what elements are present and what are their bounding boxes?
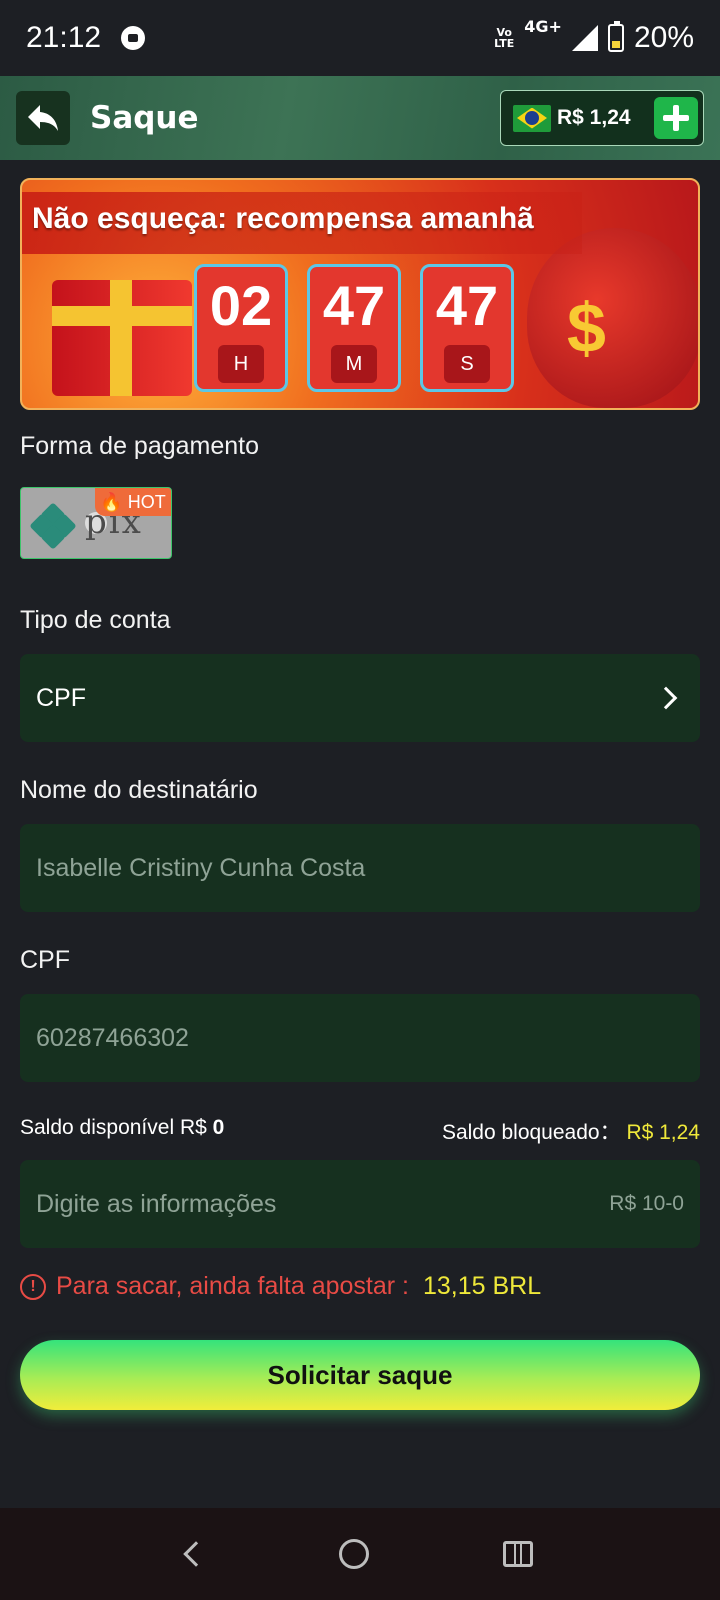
volte-icon: Vo LTE: [494, 26, 515, 50]
timer-seconds: 47 S: [420, 264, 514, 392]
payment-method-label: Forma de pagamento: [20, 432, 260, 460]
status-time: 21:12: [26, 21, 102, 54]
deposit-plus-button[interactable]: [654, 97, 698, 139]
available-balance: Saldo disponível R$ 0: [20, 1116, 225, 1139]
chevron-right-icon: [654, 686, 678, 710]
recipient-name-field[interactable]: Isabelle Cristiny Cunha Costa: [20, 824, 700, 912]
pix-logo-icon: [29, 502, 77, 550]
account-type-label: Tipo de conta: [20, 606, 171, 634]
back-arrow-icon: [28, 105, 58, 131]
battery-icon: [607, 21, 624, 52]
page-title: Saque: [90, 100, 199, 136]
app-header: Saque R$ 1,24: [0, 76, 720, 160]
nav-recents-icon[interactable]: [503, 1541, 533, 1567]
system-nav-bar: [0, 1508, 720, 1600]
request-withdrawal-button[interactable]: Solicitar saque: [20, 1340, 700, 1410]
brazil-flag-icon: [513, 104, 551, 132]
money-bag-icon: $: [527, 228, 698, 408]
gift-box-icon: [52, 280, 192, 396]
back-button[interactable]: [16, 91, 70, 145]
amount-range: R$ 10-0: [609, 1192, 684, 1215]
alert-icon: !: [20, 1273, 46, 1300]
blocked-balance: Saldo bloqueado： R$ 1,24: [441, 1121, 700, 1144]
balance-info: Saldo disponível R$ 0 Saldo bloqueado： R…: [20, 1116, 700, 1146]
withdraw-amount-input[interactable]: Digite as informações R$ 10-0: [20, 1160, 700, 1248]
reward-banner[interactable]: $ Não esqueça: recompensa amanhã 02 H 47…: [20, 178, 700, 410]
cpf-label: CPF: [20, 946, 70, 974]
wager-warning: ! Para sacar, ainda falta apostar : 13,1…: [20, 1272, 541, 1301]
recipient-label: Nome do destinatário: [20, 776, 258, 804]
hot-badge: 🔥 HOT: [95, 488, 171, 516]
signal-icon: [571, 25, 598, 51]
timer-hours: 02 H: [194, 264, 288, 392]
cpf-field[interactable]: 60287466302: [20, 994, 700, 1082]
screen-record-icon: [121, 26, 146, 50]
account-type-select[interactable]: CPF: [20, 654, 700, 742]
pix-payment-option[interactable]: pix 🔥 HOT: [20, 487, 172, 559]
nav-back-icon[interactable]: [183, 1541, 209, 1567]
battery-percent: 20%: [633, 21, 694, 54]
banner-title: Não esqueça: recompensa amanhã: [32, 202, 534, 235]
timer-minutes: 47 M: [307, 264, 401, 392]
wager-remaining: 13,15 BRL: [423, 1272, 542, 1300]
network-type: 4G+: [524, 17, 562, 36]
balance-widget[interactable]: R$ 1,24: [500, 90, 704, 146]
balance-amount: R$ 1,24: [557, 106, 631, 129]
nav-home-icon[interactable]: [339, 1539, 369, 1569]
status-bar: 21:12 Vo LTE 4G+ 20%: [0, 0, 720, 76]
